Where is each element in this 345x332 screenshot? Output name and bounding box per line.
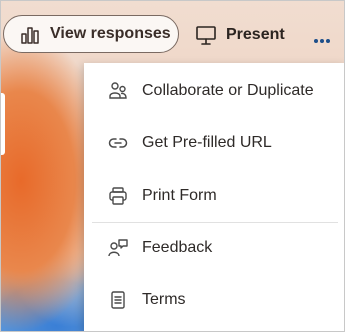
document-icon xyxy=(108,290,128,310)
menu-item-label: Get Pre-filled URL xyxy=(142,134,272,151)
menu-item-label: Feedback xyxy=(142,239,213,256)
menu-item-label: Print Form xyxy=(142,187,217,204)
more-horizontal-icon xyxy=(313,31,331,43)
link-icon xyxy=(108,133,128,153)
menu-item-feedback[interactable]: Feedback xyxy=(84,226,344,270)
menu-divider xyxy=(92,222,338,223)
present-label: Present xyxy=(226,26,285,43)
menu-item-collaborate[interactable]: Collaborate or Duplicate xyxy=(84,69,344,113)
menu-item-label: Collaborate or Duplicate xyxy=(142,82,314,99)
presentation-icon xyxy=(195,24,217,46)
form-card-edge xyxy=(1,93,5,155)
view-responses-button[interactable]: View responses xyxy=(3,15,179,53)
present-button[interactable]: Present xyxy=(195,22,285,48)
printer-icon xyxy=(108,186,128,206)
more-options-button[interactable] xyxy=(308,24,336,44)
menu-item-label: Terms xyxy=(142,291,186,308)
menu-item-prefilled-url[interactable]: Get Pre-filled URL xyxy=(84,121,344,165)
people-icon xyxy=(108,81,128,101)
person-feedback-icon xyxy=(108,238,128,258)
more-options-menu: Collaborate or Duplicate Get Pre-filled … xyxy=(84,63,344,331)
app-window: View responses Present Collaborate or Du… xyxy=(0,0,345,332)
bar-chart-icon xyxy=(20,25,40,45)
menu-item-print-form[interactable]: Print Form xyxy=(84,174,344,218)
view-responses-label: View responses xyxy=(50,25,171,42)
top-toolbar: View responses Present xyxy=(1,1,344,69)
menu-item-terms[interactable]: Terms xyxy=(84,278,344,322)
